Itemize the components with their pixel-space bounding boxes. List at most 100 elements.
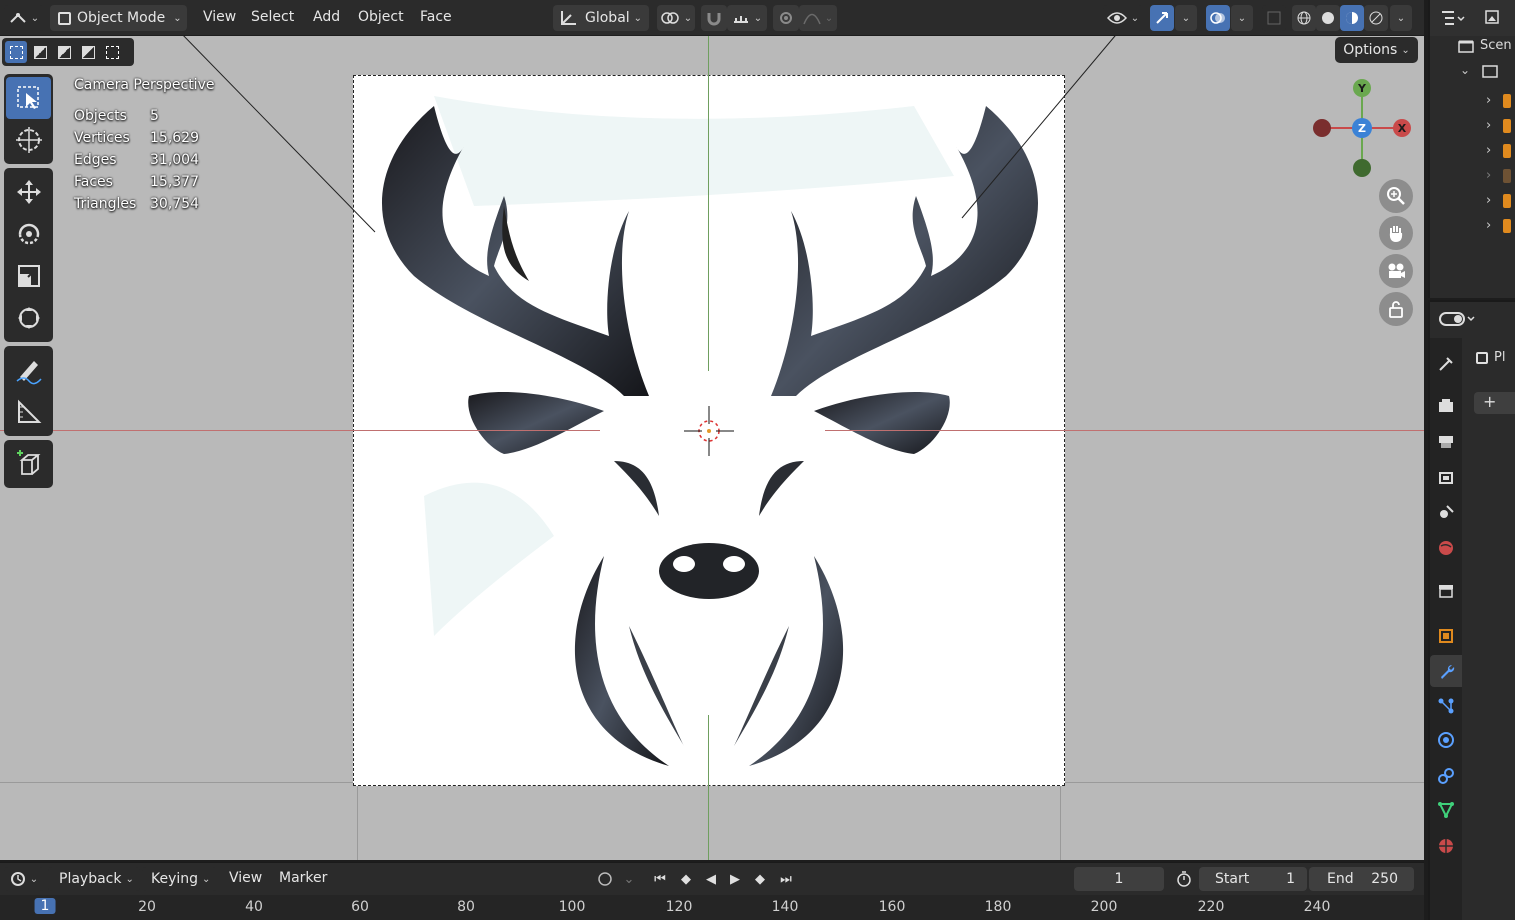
editor-type-button[interactable]: ⌄ (4, 5, 44, 31)
object-name-row: Pl (1476, 350, 1505, 365)
add-cube-tool[interactable] (6, 443, 51, 485)
ruler-icon (17, 399, 41, 423)
play-reverse-button[interactable]: ◀ (701, 869, 721, 889)
timeline-menu-view[interactable]: View (229, 870, 262, 886)
move-tool[interactable] (6, 171, 51, 213)
timeline-editor-type[interactable]: ⌄ (4, 867, 44, 891)
auto-keying-toggle[interactable] (595, 869, 615, 889)
tab-collection[interactable] (1436, 581, 1456, 601)
3d-cursor-icon[interactable] (684, 406, 734, 456)
current-frame-field[interactable]: 1 (1074, 867, 1164, 891)
keying-set-dropdown[interactable]: ⌄ (619, 869, 639, 889)
properties-editor-button[interactable] (1438, 308, 1478, 334)
transform-tool[interactable] (6, 297, 51, 339)
keying-menu[interactable]: Keying ⌄ (142, 867, 217, 891)
select-invert-button[interactable] (77, 41, 99, 63)
xray-icon (1267, 11, 1281, 25)
playback-menu[interactable]: Playback ⌄ (48, 867, 140, 891)
mode-dropdown[interactable]: Object Mode ⌄ (50, 5, 187, 31)
tab-material[interactable] (1436, 836, 1456, 856)
options-dropdown[interactable]: Options ⌄ (1335, 37, 1418, 63)
scene-collection-icon (1458, 40, 1474, 53)
zoom-button[interactable] (1379, 179, 1413, 213)
tab-physics[interactable] (1436, 730, 1456, 750)
next-keyframe-button[interactable]: ◆ (750, 869, 770, 889)
gizmo-toggle[interactable] (1150, 5, 1174, 31)
menu-select[interactable]: Select (251, 9, 294, 25)
snap-target-dropdown[interactable]: ⌄ (727, 5, 767, 31)
preview-range-toggle[interactable] (1174, 869, 1194, 889)
end-frame-field[interactable]: End 250 (1309, 867, 1414, 891)
play-button[interactable]: ▶ (725, 869, 745, 889)
tab-data[interactable] (1436, 800, 1456, 820)
tab-scene[interactable] (1436, 502, 1456, 522)
start-frame-field[interactable]: Start 1 (1199, 867, 1307, 891)
gizmo-dropdown[interactable]: ⌄ (1175, 5, 1197, 31)
outliner-item[interactable]: › (1486, 188, 1512, 213)
transform-orientation-dropdown[interactable]: Global ⌄ (553, 5, 649, 31)
scene-collection-row[interactable]: Scen (1458, 38, 1512, 53)
select-subtract-button[interactable] (53, 41, 75, 63)
3d-viewport[interactable]: ⌄ Object Mode ⌄ View Select Add Object F… (0, 0, 1424, 860)
object-icon (1503, 143, 1512, 158)
pan-button[interactable] (1379, 216, 1413, 250)
outliner-item[interactable]: › (1486, 213, 1512, 238)
pivot-point-dropdown[interactable]: ⌄ (657, 5, 695, 31)
prev-keyframe-button[interactable]: ◆ (676, 869, 696, 889)
annotate-tool[interactable] (6, 349, 51, 391)
menu-view[interactable]: View (203, 9, 236, 25)
tab-particles[interactable] (1436, 696, 1456, 716)
current-frame-marker[interactable]: 1 (34, 898, 56, 914)
shading-wireframe[interactable] (1292, 5, 1316, 31)
overlays-toggle[interactable] (1206, 5, 1230, 31)
snap-toggle[interactable] (701, 5, 727, 31)
outliner-editor-icon[interactable] (1440, 9, 1466, 27)
jump-start-button[interactable]: ⏮ (650, 869, 670, 889)
select-new-button[interactable] (5, 41, 27, 63)
proportional-edit-toggle[interactable] (773, 5, 799, 31)
jump-end-button[interactable]: ⏭ (776, 869, 796, 889)
cursor-tool[interactable] (6, 119, 51, 161)
xray-toggle[interactable] (1262, 5, 1286, 31)
current-frame-value: 1 (1114, 871, 1124, 887)
select-extend-button[interactable] (29, 41, 51, 63)
object-icon (1503, 93, 1512, 108)
tab-modifiers[interactable] (1430, 655, 1462, 687)
navigation-gizmo[interactable]: Y X Z (1304, 78, 1420, 182)
camera-view-button[interactable] (1379, 254, 1413, 288)
shading-solid[interactable] (1316, 5, 1340, 31)
measure-tool[interactable] (6, 391, 51, 433)
frame-tick: 80 (457, 899, 475, 915)
outliner-item[interactable]: › (1486, 138, 1512, 163)
timeline-ruler[interactable]: 1 20 40 60 80 100 120 140 160 180 200 22… (0, 895, 1424, 920)
lock-button[interactable] (1379, 292, 1413, 326)
tab-object[interactable] (1436, 626, 1456, 646)
frame-tick: 200 (1090, 899, 1118, 915)
select-box-tool[interactable] (6, 77, 51, 119)
tab-constraints[interactable] (1436, 766, 1456, 786)
rotate-tool[interactable] (6, 213, 51, 255)
outliner-item[interactable]: › (1486, 163, 1512, 188)
scale-tool[interactable] (6, 255, 51, 297)
outliner-item[interactable]: › (1486, 113, 1512, 138)
menu-object[interactable]: Object (358, 9, 404, 25)
tab-render[interactable] (1436, 396, 1456, 416)
menu-face[interactable]: Face (420, 9, 452, 25)
tab-world[interactable] (1436, 538, 1456, 558)
visibility-dropdown[interactable]: ⌄ (1103, 5, 1143, 31)
collection-row[interactable]: ⌄ (1460, 63, 1498, 78)
tab-tool[interactable] (1436, 354, 1456, 374)
shading-rendered[interactable] (1364, 5, 1388, 31)
shading-material[interactable] (1340, 5, 1364, 31)
shading-dropdown[interactable]: ⌄ (1390, 5, 1412, 31)
select-intersect-button[interactable] (101, 41, 123, 63)
tab-output[interactable] (1436, 432, 1456, 452)
add-modifier-button[interactable]: + (1474, 392, 1515, 414)
proportional-falloff-dropdown[interactable]: ⌄ (799, 5, 837, 31)
timeline-menu-marker[interactable]: Marker (279, 870, 327, 886)
display-mode-icon[interactable] (1482, 9, 1510, 27)
overlays-dropdown[interactable]: ⌄ (1231, 5, 1253, 31)
menu-add[interactable]: Add (313, 9, 340, 25)
outliner-item[interactable]: › (1486, 88, 1512, 113)
tab-view-layer[interactable] (1436, 468, 1456, 488)
